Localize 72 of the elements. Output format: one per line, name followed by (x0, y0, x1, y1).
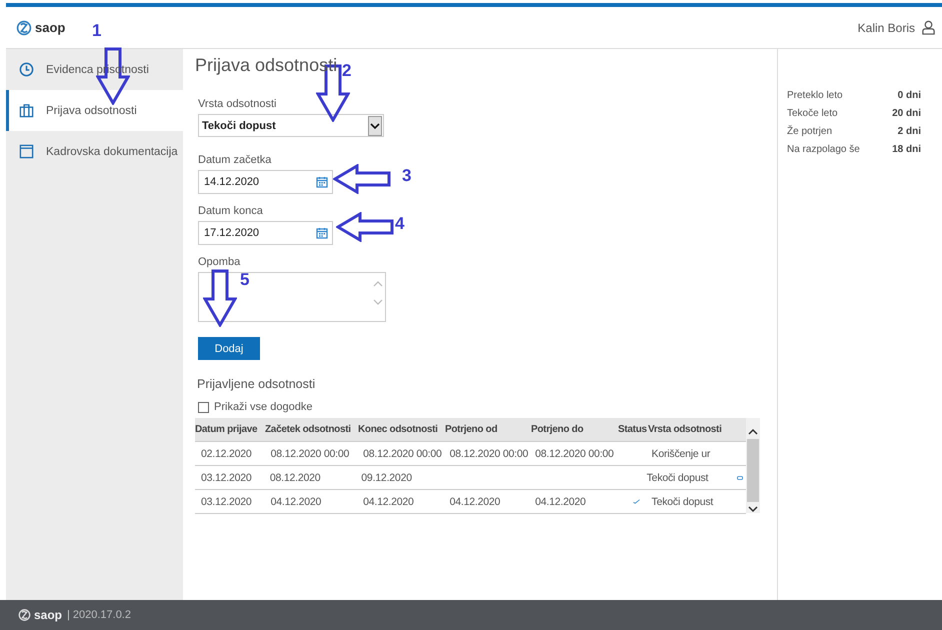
table-cell: 08.12.2020 00:00 (450, 448, 528, 460)
table-cell: Koriščenje ur (652, 448, 710, 460)
table-cell: 03.12.2020 (201, 496, 252, 508)
table-cell: 04.12.2020 (363, 496, 414, 508)
summary-label: Na razpolago še (787, 144, 860, 154)
sidebar-item[interactable]: Kadrovska dokumentacija (6, 131, 183, 172)
scrollbar[interactable] (746, 418, 760, 513)
calendar-icon[interactable] (316, 227, 328, 239)
separator-text: | (67, 609, 70, 621)
field-label: Datum začetka (198, 154, 272, 166)
summary-value: 18 dni (892, 144, 921, 154)
column-header[interactable]: Vrsta odsotnosti (648, 424, 746, 435)
field-label: Datum konca (198, 205, 263, 217)
table-cell: 04.12.2020 (270, 496, 322, 508)
table-cell: 08.12.2020 00:00 (270, 448, 350, 460)
annotation-number: 3 (402, 167, 412, 184)
table-cell: 03.12.2020 (201, 472, 252, 484)
column-header[interactable]: Datum prijave (195, 424, 265, 435)
table-cell: 04.12.2020 (535, 496, 586, 508)
annotation-number: 4 (395, 215, 404, 232)
document-icon (19, 144, 34, 159)
checkbox-label[interactable]: Prikaži vse dogodke (214, 401, 312, 413)
column-header[interactable]: Potrjeno od (445, 424, 531, 435)
logo-icon (18, 608, 31, 622)
summary-label: Preteklo leto (787, 90, 843, 100)
table-cell: 04.12.2020 (450, 496, 500, 508)
page-title: Prijava odsotnosti (195, 55, 338, 76)
annotation-arrow (336, 212, 394, 242)
chevron-up-icon[interactable] (747, 428, 759, 436)
footer-logo-text: saop (34, 608, 62, 622)
user-icon[interactable] (921, 20, 936, 35)
table-cell: 08.12.2020 00:00 (363, 448, 442, 460)
logo-icon (16, 18, 32, 36)
column-header[interactable]: Začetek odsotnosti (265, 424, 358, 435)
note-icon[interactable] (736, 476, 743, 480)
add-button[interactable]: Dodaj (198, 337, 260, 360)
version-text: 2020.17.0.2 (72, 609, 131, 621)
briefcase-icon (19, 103, 34, 118)
clock-icon (19, 62, 34, 77)
sidebar-item[interactable]: Prijava odsotnosti (6, 90, 183, 131)
annotation-number: 5 (240, 271, 250, 288)
chevron-down-icon (368, 116, 382, 136)
annotation-number: 1 (92, 22, 102, 39)
note-field[interactable] (198, 272, 386, 322)
section-title: Prijavljene odsotnosti (197, 377, 316, 391)
table-cell: 08.12.2020 (270, 472, 320, 484)
column-header[interactable]: Potrjeno do (531, 424, 618, 435)
calendar-icon[interactable] (316, 176, 328, 188)
user-name[interactable]: Kalin Boris (858, 20, 915, 34)
column-header[interactable]: Konec odsotnosti (358, 424, 445, 435)
summary-label: Tekoče leto (787, 108, 838, 118)
annotation-number: 2 (342, 62, 352, 79)
checkbox[interactable] (198, 402, 209, 412)
summary-value: 20 dni (892, 108, 921, 118)
column-header[interactable]: Status (618, 424, 648, 435)
chevron-down-icon[interactable] (747, 505, 759, 513)
annotation-arrow (203, 269, 237, 327)
field-label: Opomba (198, 256, 240, 268)
table-cell: 08.12.2020 00:00 (535, 448, 614, 460)
table-cell: Tekoči dopust (652, 496, 714, 508)
summary-value: 2 dni (898, 126, 921, 136)
table-cell: 02.12.2020 (201, 448, 252, 460)
absence-type-dropdown[interactable]: Tekoči dopust (198, 114, 384, 137)
annotation-arrow (333, 164, 391, 194)
summary-label: Že potrjen (787, 126, 832, 136)
summary-value: 0 dni (898, 90, 921, 100)
field-label: Vrsta odsotnosti (198, 98, 276, 110)
start-date-field[interactable]: 14.12.2020 (198, 170, 333, 194)
table-cell: 09.12.2020 (361, 472, 412, 484)
end-date-field[interactable]: 17.12.2020 (198, 221, 333, 245)
logo-text: saop (35, 20, 66, 35)
table-cell: Tekoči dopust (646, 472, 708, 484)
